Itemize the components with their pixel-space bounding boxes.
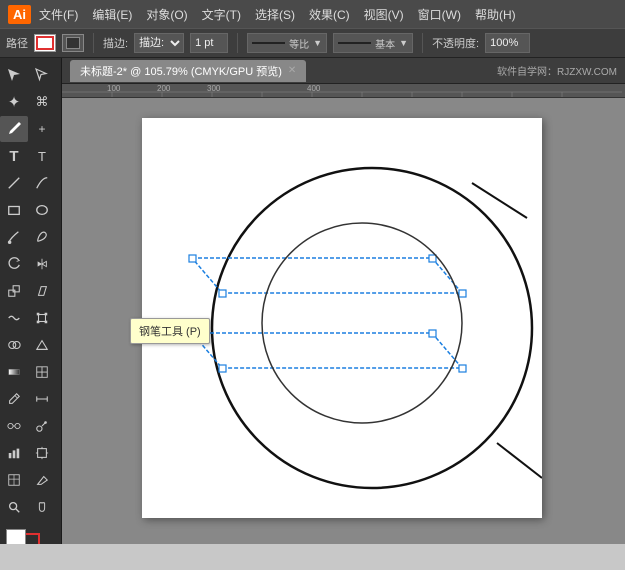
stroke-pattern[interactable]: 等比 ▼ <box>247 33 327 53</box>
ruler-top: 100 200 300 400 <box>62 84 625 98</box>
tool-row-scale <box>0 278 61 304</box>
site-info: 软件自学网：RJZXW.COM <box>497 63 617 78</box>
ai-logo: Ai <box>8 5 31 24</box>
zoom-tool[interactable] <box>0 494 28 520</box>
tool-row-slice <box>0 467 61 493</box>
magic-wand-tool[interactable]: ✦ <box>0 89 28 115</box>
tool-row-2: ✦ ⌘ <box>0 89 61 115</box>
hand-tool[interactable] <box>28 494 56 520</box>
eyedropper-tool[interactable] <box>0 386 28 412</box>
separator-1 <box>93 33 94 53</box>
measure-tool[interactable] <box>28 386 56 412</box>
arc-tool[interactable] <box>28 170 56 196</box>
tool-row-rect <box>0 197 61 223</box>
svg-text:400: 400 <box>307 84 321 93</box>
stroke-label: 描边: <box>103 35 128 51</box>
selection-tool[interactable] <box>0 62 28 88</box>
menu-help[interactable]: 帮助(H) <box>475 6 516 23</box>
opacity-input[interactable] <box>485 33 530 53</box>
pen-tool[interactable] <box>0 116 28 142</box>
fill-color-box[interactable] <box>6 529 26 544</box>
tab-close-button[interactable]: ✕ <box>288 65 296 76</box>
lasso-tool[interactable]: ⌘ <box>28 89 56 115</box>
reflect-tool[interactable] <box>28 251 56 277</box>
tool-row-line <box>0 170 61 196</box>
upper-parallelogram[interactable] <box>189 255 466 297</box>
stroke-dropdown[interactable]: 描边: <box>134 33 184 53</box>
tool-row-type: T T <box>0 143 61 169</box>
tool-row-1 <box>0 62 61 88</box>
lower-parallelogram[interactable] <box>189 330 466 372</box>
opacity-label: 不透明度: <box>432 35 479 51</box>
stroke-width-input[interactable] <box>190 33 228 53</box>
pen-tool-tooltip: 钢笔工具 (P) <box>130 318 210 344</box>
tab-bar: 未标题-2* @ 105.79% (CMYK/GPU 预览) ✕ 软件自学网：R… <box>62 58 625 84</box>
tool-row-shape-builder <box>0 332 61 358</box>
toolbox: ✦ ⌘ + T T <box>0 58 62 544</box>
eraser-tool[interactable] <box>28 467 56 493</box>
type-tool[interactable]: T <box>0 143 28 169</box>
blend-tool[interactable] <box>0 413 28 439</box>
artboard-tool[interactable] <box>28 440 56 466</box>
menu-bar[interactable]: 文件(F) 编辑(E) 对象(O) 文字(T) 选择(S) 效果(C) 视图(V… <box>39 6 516 23</box>
tool-row-gradient <box>0 359 61 385</box>
menu-view[interactable]: 视图(V) <box>364 6 404 23</box>
menu-select[interactable]: 选择(S) <box>255 6 295 23</box>
paintbrush-tool[interactable] <box>0 224 28 250</box>
column-chart-tool[interactable] <box>0 440 28 466</box>
menu-text[interactable]: 文字(T) <box>202 6 241 23</box>
path-label: 路径 <box>6 35 28 51</box>
title-bar: Ai 文件(F) 编辑(E) 对象(O) 文字(T) 选择(S) 效果(C) 视… <box>0 0 625 28</box>
svg-text:300: 300 <box>207 84 221 93</box>
tooltip-text: 钢笔工具 (P) <box>139 326 201 338</box>
menu-edit[interactable]: 编辑(E) <box>92 6 132 23</box>
symbol-sprayer-tool[interactable] <box>28 413 56 439</box>
tool-row-rotate <box>0 251 61 277</box>
scale-tool[interactable] <box>0 278 28 304</box>
blob-brush-tool[interactable] <box>28 224 56 250</box>
svg-text:200: 200 <box>157 84 171 93</box>
canvas-inner[interactable]: 钢笔工具 (P) <box>62 98 625 544</box>
ellipse-tool[interactable] <box>28 197 56 223</box>
rotate-tool[interactable] <box>0 251 28 277</box>
tool-row-eyedrop <box>0 386 61 412</box>
shape-builder-tool[interactable] <box>0 332 28 358</box>
line-tool[interactable] <box>0 170 28 196</box>
tool-row-chart <box>0 440 61 466</box>
document-tab[interactable]: 未标题-2* @ 105.79% (CMYK/GPU 预览) ✕ <box>70 60 306 82</box>
svg-text:100: 100 <box>107 84 121 93</box>
vertical-type-tool[interactable]: T <box>28 143 56 169</box>
canvas-area: 未标题-2* @ 105.79% (CMYK/GPU 预览) ✕ 软件自学网：R… <box>62 58 625 544</box>
fill-swatch[interactable] <box>62 34 84 52</box>
menu-window[interactable]: 窗口(W) <box>418 6 461 23</box>
separator-3 <box>422 33 423 53</box>
menu-file[interactable]: 文件(F) <box>39 6 78 23</box>
tool-row-brush <box>0 224 61 250</box>
tool-row-zoom <box>0 494 61 520</box>
document-tab-label: 未标题-2* @ 105.79% (CMYK/GPU 预览) <box>80 63 282 79</box>
menu-effect[interactable]: 效果(C) <box>309 6 350 23</box>
separator-2 <box>237 33 238 53</box>
tool-row-pen: + <box>0 116 61 142</box>
slice-tool[interactable] <box>0 467 28 493</box>
shear-tool[interactable] <box>28 278 56 304</box>
add-anchor-tool[interactable]: + <box>28 116 56 142</box>
tool-row-warp <box>0 305 61 331</box>
warp-tool[interactable] <box>0 305 28 331</box>
stroke-color-swatch[interactable] <box>34 34 56 52</box>
tool-row-blend <box>0 413 61 439</box>
gradient-tool[interactable] <box>0 359 28 385</box>
tool-row-colors <box>0 525 61 543</box>
rectangle-tool[interactable] <box>0 197 28 223</box>
free-transform-tool[interactable] <box>28 305 56 331</box>
mesh-tool[interactable] <box>28 359 56 385</box>
perspective-grid-tool[interactable] <box>28 332 56 358</box>
basic-selector[interactable]: 基本 ▼ <box>333 33 413 53</box>
doc-area: ✦ ⌘ + T T <box>0 58 625 544</box>
direct-selection-tool[interactable] <box>28 62 56 88</box>
menu-object[interactable]: 对象(O) <box>146 6 187 23</box>
toolbar: 路径 描边: 描边: 等比 ▼ 基本 ▼ 不透明度: <box>0 28 625 58</box>
